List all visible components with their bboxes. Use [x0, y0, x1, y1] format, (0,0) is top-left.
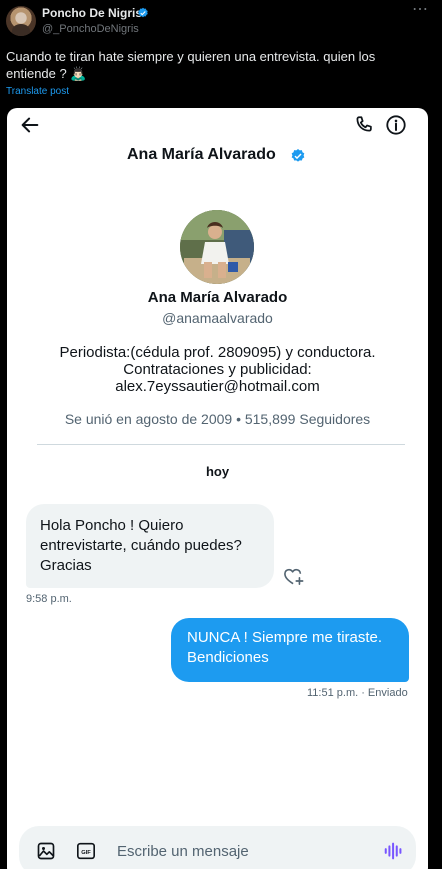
profile-handle: @anamaalvarado [162, 310, 273, 326]
conversation-title: Ana María Alvarado [127, 146, 276, 163]
translate-post-link[interactable]: Translate post [6, 86, 69, 97]
divider [37, 444, 405, 445]
profile-bio: Periodista:(cédula prof. 2809095) y cond… [37, 344, 398, 395]
post-header: Poncho De Nigris @_PonchoDeNigris ⋯ [0, 0, 442, 44]
verified-badge-icon [138, 7, 148, 18]
profile-name: Ana María Alvarado [147, 289, 288, 306]
more-icon[interactable]: ⋯ [412, 2, 432, 20]
author-name[interactable]: Poncho De Nigris [42, 6, 142, 20]
phone-icon[interactable] [353, 114, 375, 136]
incoming-message[interactable]: Hola Poncho ! Quiero entrevistarte, cuán… [26, 504, 274, 588]
post-text: Cuando te tiran hate siempre y quieren u… [6, 49, 376, 81]
message-composer: GIF [19, 826, 416, 869]
back-arrow-icon[interactable] [19, 114, 41, 136]
verified-badge-icon [291, 149, 305, 162]
avatar[interactable] [6, 6, 36, 36]
bio-line: alex.7eyssautier@hotmail.com [115, 378, 320, 395]
day-separator: hoy [205, 464, 230, 479]
gif-icon[interactable]: GIF [76, 842, 96, 860]
bio-line: Periodista:(cédula prof. 2809095) y cond… [59, 344, 376, 361]
svg-text:GIF: GIF [81, 850, 91, 856]
media-icon[interactable] [36, 841, 56, 861]
author-handle[interactable]: @_PonchoDeNigris [42, 23, 139, 35]
profile-meta: Se unió en agosto de 2009 • 515,899 Segu… [64, 411, 371, 427]
profile-avatar[interactable] [180, 210, 254, 284]
message-status: 11:51 p.m. · Enviado [307, 687, 408, 699]
voice-message-icon[interactable] [383, 840, 405, 862]
outgoing-message[interactable]: NUNCA ! Siempre me tiraste. Bendiciones [171, 618, 409, 682]
message-timestamp: 9:58 p.m. [26, 593, 72, 605]
info-icon[interactable] [385, 114, 407, 136]
dm-screenshot[interactable]: Ana María Alvarado Ana María Alvarado @a… [7, 108, 428, 869]
react-heart-plus-icon[interactable] [283, 566, 305, 586]
message-input[interactable] [117, 838, 367, 864]
bio-line: Contrataciones y publicidad: [123, 361, 312, 378]
